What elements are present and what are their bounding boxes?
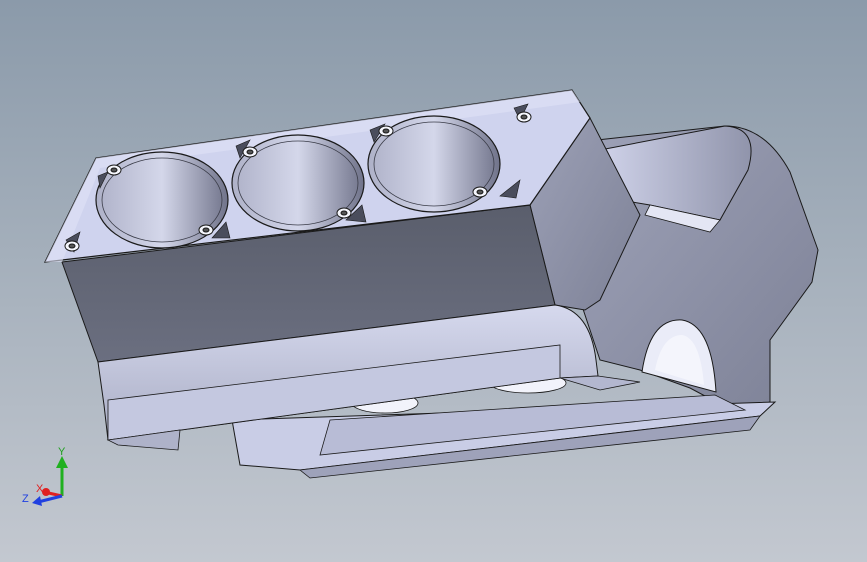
- coordinate-triad[interactable]: Y X Z: [22, 446, 68, 506]
- model-view[interactable]: Y X Z: [0, 0, 867, 562]
- graphics-viewport[interactable]: Y X Z: [0, 0, 867, 562]
- x-axis-label: X: [36, 483, 44, 495]
- y-axis-label: Y: [58, 446, 66, 458]
- z-axis-label: Z: [22, 493, 29, 505]
- z-axis-arrow: [37, 494, 63, 504]
